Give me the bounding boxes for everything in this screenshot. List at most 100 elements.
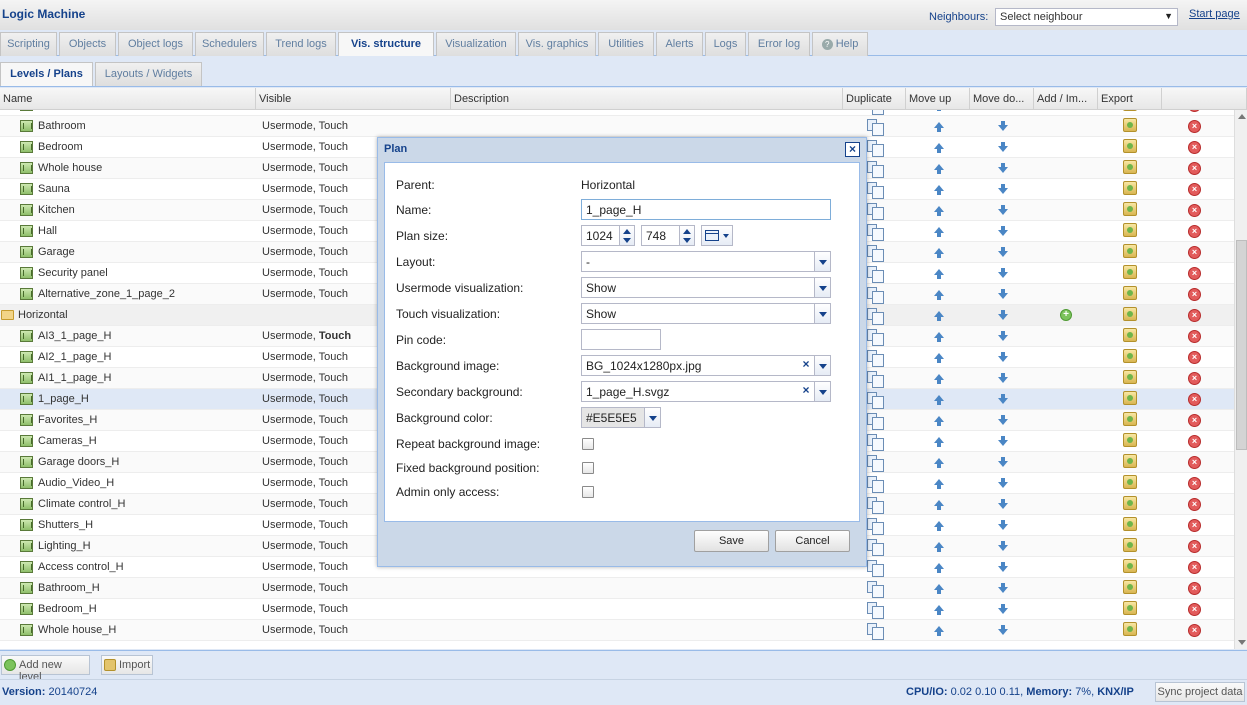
arrow-down-icon[interactable] [998,289,1008,299]
tab-levels-plans[interactable]: Levels / Plans [0,62,93,86]
delete-icon[interactable]: × [1188,309,1201,322]
column-export[interactable]: Export [1098,88,1162,110]
duplicate-icon[interactable] [867,413,884,430]
duplicate-icon[interactable] [867,602,884,619]
export-icon[interactable] [1123,202,1137,216]
export-icon[interactable] [1123,517,1137,531]
duplicate-icon[interactable] [867,224,884,241]
chevron-down-icon[interactable] [644,408,660,427]
tab-objects[interactable]: Objects [59,32,116,56]
arrow-down-icon[interactable] [998,436,1008,446]
arrow-up-icon[interactable] [934,500,944,510]
tab-utilities[interactable]: Utilities [598,32,654,56]
delete-icon[interactable]: × [1188,204,1201,217]
arrow-down-icon[interactable] [998,352,1008,362]
delete-icon[interactable]: × [1188,519,1201,532]
delete-icon[interactable]: × [1188,120,1201,133]
column-name[interactable]: Name [0,88,256,110]
scroll-up-icon[interactable] [1238,114,1246,119]
plan-size-preset-button[interactable] [701,225,733,246]
export-icon[interactable] [1123,160,1137,174]
layout-select[interactable]: - [581,251,831,272]
arrow-up-icon[interactable] [934,143,944,153]
fixed-background-checkbox[interactable] [582,462,594,474]
delete-icon[interactable]: × [1188,456,1201,469]
tab-alerts[interactable]: Alerts [656,32,703,56]
duplicate-icon[interactable] [867,455,884,472]
arrow-down-icon[interactable] [998,499,1008,509]
arrow-down-icon[interactable] [998,604,1008,614]
tab-trend-logs[interactable]: Trend logs [266,32,336,56]
tab-scripting[interactable]: Scripting [0,32,57,56]
arrow-down-icon[interactable] [998,247,1008,257]
arrow-down-icon[interactable] [998,226,1008,236]
save-button[interactable]: Save [694,530,769,552]
export-icon[interactable] [1123,496,1137,510]
arrow-up-icon[interactable] [934,311,944,321]
delete-icon[interactable]: × [1188,624,1201,637]
width-spinner-icon[interactable] [619,226,634,245]
arrow-up-icon[interactable] [934,416,944,426]
arrow-down-icon[interactable] [998,163,1008,173]
column-description[interactable]: Description [451,88,843,110]
duplicate-icon[interactable] [867,329,884,346]
delete-icon[interactable]: × [1188,498,1201,511]
delete-icon[interactable]: × [1188,435,1201,448]
grid-scrollbar[interactable] [1234,110,1247,649]
tab-logs[interactable]: Logs [705,32,746,56]
sync-project-data-button[interactable]: Sync project data [1155,682,1245,702]
duplicate-icon[interactable] [867,266,884,283]
delete-icon[interactable]: × [1188,603,1201,616]
export-icon[interactable] [1123,181,1137,195]
arrow-up-icon[interactable] [934,521,944,531]
arrow-up-icon[interactable] [934,374,944,384]
tab-vis-graphics[interactable]: Vis. graphics [518,32,596,56]
arrow-up-icon[interactable] [934,563,944,573]
duplicate-icon[interactable] [867,371,884,388]
arrow-up-icon[interactable] [934,626,944,636]
arrow-up-icon[interactable] [934,122,944,132]
export-icon[interactable] [1123,328,1137,342]
arrow-up-icon[interactable] [934,185,944,195]
export-icon[interactable] [1123,475,1137,489]
export-icon[interactable] [1123,223,1137,237]
arrow-down-icon[interactable] [998,457,1008,467]
table-row[interactable]: Bedroom_H Usermode, Touch × [0,599,1234,620]
export-icon[interactable] [1123,454,1137,468]
chevron-down-icon[interactable] [814,304,830,323]
arrow-down-icon[interactable] [998,415,1008,425]
delete-icon[interactable]: × [1188,288,1201,301]
arrow-up-icon[interactable] [934,395,944,405]
arrow-up-icon[interactable] [934,290,944,300]
export-icon[interactable] [1123,110,1137,111]
table-row[interactable]: Bathroom Usermode, Touch × [0,116,1234,137]
duplicate-icon[interactable] [867,392,884,409]
scroll-down-icon[interactable] [1238,640,1246,645]
arrow-down-icon[interactable] [998,541,1008,551]
tab-error-log[interactable]: Error log [748,32,810,56]
arrow-down-icon[interactable] [998,373,1008,383]
arrow-down-icon[interactable] [998,184,1008,194]
export-icon[interactable] [1123,370,1137,384]
add-new-level-button[interactable]: Add new level [1,655,90,683]
clear-icon[interactable]: × [798,382,814,401]
clear-icon[interactable]: × [798,356,814,375]
export-icon[interactable] [1123,265,1137,279]
export-icon[interactable] [1123,307,1137,321]
arrow-up-icon[interactable] [934,605,944,615]
arrow-up-icon[interactable] [934,353,944,363]
arrow-down-icon[interactable] [998,121,1008,131]
arrow-down-icon[interactable] [998,478,1008,488]
duplicate-icon[interactable] [867,518,884,535]
duplicate-icon[interactable] [867,140,884,157]
chevron-down-icon[interactable] [814,278,830,297]
delete-icon[interactable]: × [1188,582,1201,595]
duplicate-icon[interactable] [867,119,884,136]
table-row[interactable]: Whole house_H Usermode, Touch × [0,620,1234,641]
arrow-down-icon[interactable] [998,625,1008,635]
usermode-visualization-select[interactable]: Show [581,277,831,298]
export-icon[interactable] [1123,601,1137,615]
export-icon[interactable] [1123,538,1137,552]
export-icon[interactable] [1123,391,1137,405]
tab-layouts-widgets[interactable]: Layouts / Widgets [95,62,202,86]
